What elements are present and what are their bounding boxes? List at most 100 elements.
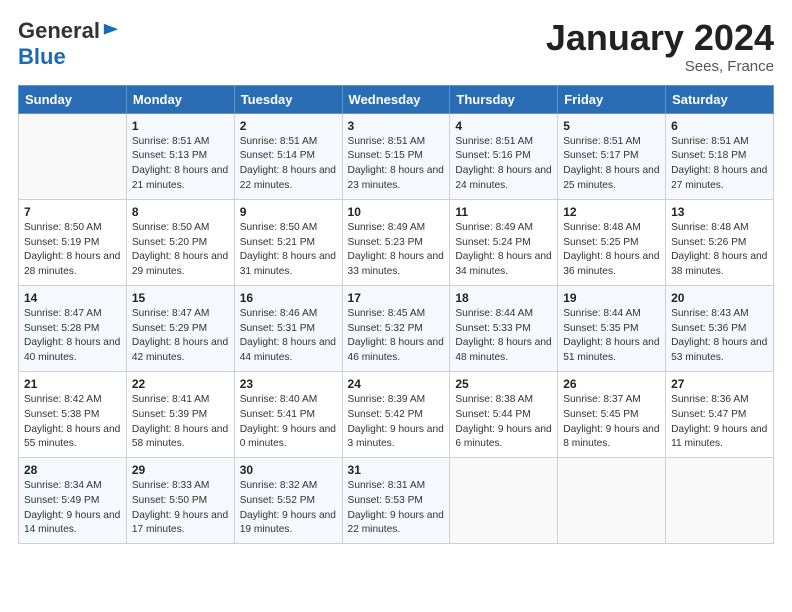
day-number: 15 (132, 291, 229, 305)
day-info: Sunrise: 8:48 AMSunset: 5:25 PMDaylight:… (563, 222, 659, 277)
day-cell: 10 Sunrise: 8:49 AMSunset: 5:23 PMDaylig… (342, 199, 450, 285)
day-info: Sunrise: 8:39 AMSunset: 5:42 PMDaylight:… (348, 394, 444, 449)
day-info: Sunrise: 8:50 AMSunset: 5:21 PMDaylight:… (240, 222, 336, 277)
day-cell: 24 Sunrise: 8:39 AMSunset: 5:42 PMDaylig… (342, 371, 450, 457)
day-cell: 9 Sunrise: 8:50 AMSunset: 5:21 PMDayligh… (234, 199, 342, 285)
day-number: 20 (671, 291, 768, 305)
day-cell (666, 458, 774, 544)
day-info: Sunrise: 8:41 AMSunset: 5:39 PMDaylight:… (132, 394, 228, 449)
header-thursday: Thursday (450, 85, 558, 113)
day-info: Sunrise: 8:38 AMSunset: 5:44 PMDaylight:… (455, 394, 551, 449)
day-cell: 25 Sunrise: 8:38 AMSunset: 5:44 PMDaylig… (450, 371, 558, 457)
logo-flag-icon (102, 22, 120, 40)
day-number: 23 (240, 377, 337, 391)
day-info: Sunrise: 8:34 AMSunset: 5:49 PMDaylight:… (24, 480, 120, 535)
day-cell: 17 Sunrise: 8:45 AMSunset: 5:32 PMDaylig… (342, 285, 450, 371)
logo-general: General (18, 18, 100, 44)
day-info: Sunrise: 8:49 AMSunset: 5:24 PMDaylight:… (455, 222, 551, 277)
day-info: Sunrise: 8:42 AMSunset: 5:38 PMDaylight:… (24, 394, 120, 449)
week-row-1: 1 Sunrise: 8:51 AMSunset: 5:13 PMDayligh… (19, 113, 774, 199)
day-number: 10 (348, 205, 445, 219)
day-cell: 15 Sunrise: 8:47 AMSunset: 5:29 PMDaylig… (126, 285, 234, 371)
day-number: 13 (671, 205, 768, 219)
week-row-3: 14 Sunrise: 8:47 AMSunset: 5:28 PMDaylig… (19, 285, 774, 371)
header-wednesday: Wednesday (342, 85, 450, 113)
day-cell: 1 Sunrise: 8:51 AMSunset: 5:13 PMDayligh… (126, 113, 234, 199)
day-info: Sunrise: 8:51 AMSunset: 5:17 PMDaylight:… (563, 136, 659, 191)
day-info: Sunrise: 8:47 AMSunset: 5:28 PMDaylight:… (24, 308, 120, 363)
day-cell: 19 Sunrise: 8:44 AMSunset: 5:35 PMDaylig… (558, 285, 666, 371)
header-tuesday: Tuesday (234, 85, 342, 113)
day-info: Sunrise: 8:37 AMSunset: 5:45 PMDaylight:… (563, 394, 659, 449)
day-cell: 6 Sunrise: 8:51 AMSunset: 5:18 PMDayligh… (666, 113, 774, 199)
day-number: 21 (24, 377, 121, 391)
calendar-page: General Blue January 2024 Sees, France S… (0, 0, 792, 612)
day-cell: 7 Sunrise: 8:50 AMSunset: 5:19 PMDayligh… (19, 199, 127, 285)
day-info: Sunrise: 8:51 AMSunset: 5:18 PMDaylight:… (671, 136, 767, 191)
day-number: 12 (563, 205, 660, 219)
day-info: Sunrise: 8:32 AMSunset: 5:52 PMDaylight:… (240, 480, 336, 535)
day-info: Sunrise: 8:31 AMSunset: 5:53 PMDaylight:… (348, 480, 444, 535)
day-number: 28 (24, 463, 121, 477)
header-saturday: Saturday (666, 85, 774, 113)
header: General Blue January 2024 Sees, France (18, 18, 774, 75)
day-cell: 22 Sunrise: 8:41 AMSunset: 5:39 PMDaylig… (126, 371, 234, 457)
day-cell: 5 Sunrise: 8:51 AMSunset: 5:17 PMDayligh… (558, 113, 666, 199)
day-cell: 27 Sunrise: 8:36 AMSunset: 5:47 PMDaylig… (666, 371, 774, 457)
day-info: Sunrise: 8:46 AMSunset: 5:31 PMDaylight:… (240, 308, 336, 363)
day-cell: 23 Sunrise: 8:40 AMSunset: 5:41 PMDaylig… (234, 371, 342, 457)
day-info: Sunrise: 8:50 AMSunset: 5:19 PMDaylight:… (24, 222, 120, 277)
day-number: 7 (24, 205, 121, 219)
day-cell: 26 Sunrise: 8:37 AMSunset: 5:45 PMDaylig… (558, 371, 666, 457)
day-number: 17 (348, 291, 445, 305)
day-info: Sunrise: 8:44 AMSunset: 5:35 PMDaylight:… (563, 308, 659, 363)
day-info: Sunrise: 8:50 AMSunset: 5:20 PMDaylight:… (132, 222, 228, 277)
day-cell: 31 Sunrise: 8:31 AMSunset: 5:53 PMDaylig… (342, 458, 450, 544)
day-cell: 29 Sunrise: 8:33 AMSunset: 5:50 PMDaylig… (126, 458, 234, 544)
week-row-2: 7 Sunrise: 8:50 AMSunset: 5:19 PMDayligh… (19, 199, 774, 285)
day-cell: 11 Sunrise: 8:49 AMSunset: 5:24 PMDaylig… (450, 199, 558, 285)
day-number: 4 (455, 119, 552, 133)
day-cell: 28 Sunrise: 8:34 AMSunset: 5:49 PMDaylig… (19, 458, 127, 544)
header-sunday: Sunday (19, 85, 127, 113)
weekday-header-row: Sunday Monday Tuesday Wednesday Thursday… (19, 85, 774, 113)
day-cell: 12 Sunrise: 8:48 AMSunset: 5:25 PMDaylig… (558, 199, 666, 285)
day-info: Sunrise: 8:36 AMSunset: 5:47 PMDaylight:… (671, 394, 767, 449)
day-number: 2 (240, 119, 337, 133)
day-number: 27 (671, 377, 768, 391)
day-cell: 20 Sunrise: 8:43 AMSunset: 5:36 PMDaylig… (666, 285, 774, 371)
day-number: 18 (455, 291, 552, 305)
day-info: Sunrise: 8:33 AMSunset: 5:50 PMDaylight:… (132, 480, 228, 535)
day-number: 5 (563, 119, 660, 133)
logo-text: General (18, 18, 120, 44)
day-cell: 8 Sunrise: 8:50 AMSunset: 5:20 PMDayligh… (126, 199, 234, 285)
day-info: Sunrise: 8:43 AMSunset: 5:36 PMDaylight:… (671, 308, 767, 363)
day-number: 6 (671, 119, 768, 133)
day-info: Sunrise: 8:49 AMSunset: 5:23 PMDaylight:… (348, 222, 444, 277)
day-number: 3 (348, 119, 445, 133)
day-cell: 21 Sunrise: 8:42 AMSunset: 5:38 PMDaylig… (19, 371, 127, 457)
logo: General Blue (18, 18, 120, 70)
day-info: Sunrise: 8:47 AMSunset: 5:29 PMDaylight:… (132, 308, 228, 363)
day-cell: 13 Sunrise: 8:48 AMSunset: 5:26 PMDaylig… (666, 199, 774, 285)
header-monday: Monday (126, 85, 234, 113)
day-number: 8 (132, 205, 229, 219)
day-number: 29 (132, 463, 229, 477)
day-number: 16 (240, 291, 337, 305)
day-number: 25 (455, 377, 552, 391)
day-number: 26 (563, 377, 660, 391)
day-cell (19, 113, 127, 199)
day-number: 22 (132, 377, 229, 391)
title-area: January 2024 Sees, France (546, 18, 774, 75)
day-number: 19 (563, 291, 660, 305)
logo-blue: Blue (18, 44, 66, 70)
day-cell (450, 458, 558, 544)
header-friday: Friday (558, 85, 666, 113)
calendar-table: Sunday Monday Tuesday Wednesday Thursday… (18, 85, 774, 545)
day-cell: 14 Sunrise: 8:47 AMSunset: 5:28 PMDaylig… (19, 285, 127, 371)
day-info: Sunrise: 8:51 AMSunset: 5:16 PMDaylight:… (455, 136, 551, 191)
day-cell: 16 Sunrise: 8:46 AMSunset: 5:31 PMDaylig… (234, 285, 342, 371)
day-number: 14 (24, 291, 121, 305)
day-number: 11 (455, 205, 552, 219)
day-cell: 2 Sunrise: 8:51 AMSunset: 5:14 PMDayligh… (234, 113, 342, 199)
